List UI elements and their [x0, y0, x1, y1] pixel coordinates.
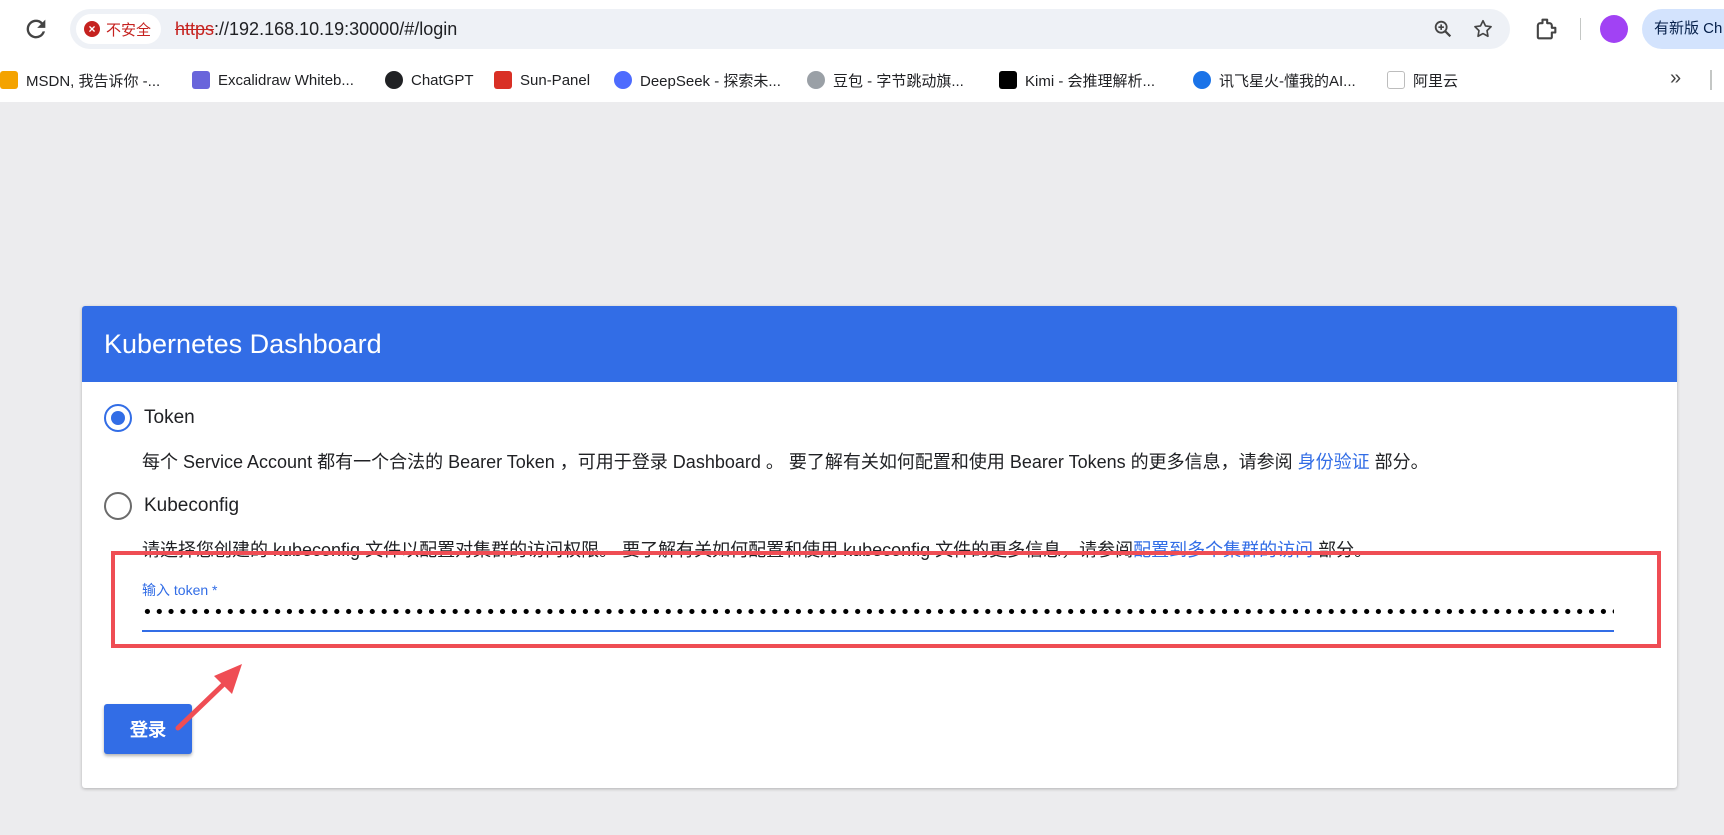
auth-docs-link[interactable]: 身份验证	[1298, 452, 1370, 472]
update-chrome-button[interactable]: 有新版 Ch	[1642, 9, 1724, 49]
bookmark-label: Sun-Panel	[520, 71, 591, 89]
msdn-icon	[0, 71, 18, 89]
url-path: ://192.168.10.19:30000/#/login	[214, 19, 458, 39]
sun-panel-icon	[494, 71, 512, 89]
aliyun-icon	[1387, 71, 1405, 89]
profile-avatar[interactable]	[1600, 15, 1628, 43]
url-scheme: https	[175, 19, 215, 39]
chatgpt-icon	[385, 71, 403, 89]
kimi-icon	[999, 71, 1017, 89]
bookmark-label: DeepSeek - 探索未...	[640, 72, 781, 90]
bookmark-doubao[interactable]: 豆包 - 字节跳动旗...	[807, 68, 964, 92]
insecure-warning-icon: ×	[84, 21, 100, 37]
token-desc-suffix: 部分。	[1369, 452, 1429, 472]
extensions-icon[interactable]	[1532, 15, 1560, 43]
bookmark-sun-panel[interactable]: Sun-Panel	[494, 68, 590, 92]
annotation-highlight-box	[111, 551, 1661, 648]
bookmark-aliyun[interactable]: 阿里云	[1387, 68, 1458, 92]
kubeconfig-radio[interactable]	[104, 492, 132, 520]
address-bar[interactable]: × 不安全 https://192.168.10.19:30000/#/logi…	[70, 9, 1510, 49]
bookmark-excalidraw[interactable]: Excalidraw Whiteb...	[192, 68, 354, 92]
excalidraw-icon	[192, 71, 210, 89]
kubeconfig-label: Kubeconfig	[144, 495, 240, 516]
bookmarks-bar: MSDN, 我告诉你 -... Excalidraw Whiteb... Cha…	[0, 58, 1724, 102]
bookmark-msdn[interactable]: MSDN, 我告诉你 -...	[0, 68, 160, 92]
bookmark-chatgpt[interactable]: ChatGPT	[385, 68, 474, 92]
bookmarks-divider	[1710, 70, 1712, 90]
token-option[interactable]: Token	[104, 404, 195, 432]
zoom-icon[interactable]	[1432, 18, 1454, 40]
bookmark-label: 讯飞星火-懂我的AI...	[1219, 72, 1356, 90]
card-title: Kubernetes Dashboard	[82, 306, 1677, 382]
toolbar-divider	[1580, 18, 1581, 40]
bookmark-star-icon[interactable]	[1472, 18, 1494, 40]
token-desc-text: 每个 Service Account 都有一个合法的 Bearer Token …	[142, 452, 1298, 472]
token-radio[interactable]	[104, 404, 132, 432]
xunfei-icon	[1193, 71, 1211, 89]
url-text[interactable]: https://192.168.10.19:30000/#/login	[175, 19, 457, 40]
security-label: 不安全	[106, 21, 152, 39]
bookmark-label: Excalidraw Whiteb...	[218, 71, 354, 89]
kubeconfig-option[interactable]: Kubeconfig	[104, 492, 239, 520]
doubao-icon	[807, 71, 825, 89]
bookmark-label: 阿里云	[1413, 72, 1459, 90]
bookmark-xunfei[interactable]: 讯飞星火-懂我的AI...	[1193, 68, 1356, 92]
bookmark-deepseek[interactable]: DeepSeek - 探索未...	[614, 68, 781, 92]
reload-icon[interactable]	[22, 15, 50, 43]
bookmark-label: MSDN, 我告诉你 -...	[26, 72, 161, 90]
token-description: 每个 Service Account 都有一个合法的 Bearer Token …	[142, 448, 1429, 474]
bookmark-kimi[interactable]: Kimi - 会推理解析...	[999, 68, 1155, 92]
bookmarks-overflow-chevron-icon[interactable]: »	[1670, 67, 1681, 90]
deepseek-icon	[614, 71, 632, 89]
bookmark-label: Kimi - 会推理解析...	[1025, 72, 1155, 90]
bookmark-label: ChatGPT	[411, 71, 474, 89]
token-label: Token	[144, 407, 195, 428]
security-chip[interactable]: × 不安全	[76, 14, 162, 44]
annotation-arrow-icon	[175, 664, 242, 731]
browser-toolbar: × 不安全 https://192.168.10.19:30000/#/logi…	[0, 0, 1724, 58]
bookmark-label: 豆包 - 字节跳动旗...	[833, 72, 964, 90]
login-card: Kubernetes Dashboard Token 每个 Service Ac…	[82, 306, 1677, 788]
